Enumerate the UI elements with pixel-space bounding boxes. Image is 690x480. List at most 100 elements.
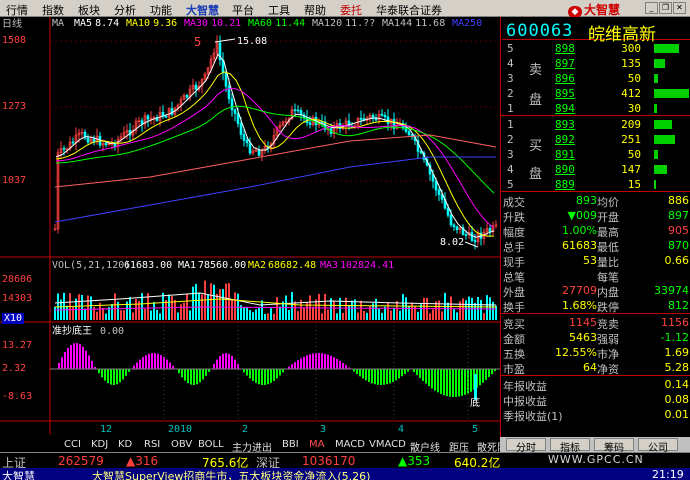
menu-item-quotes[interactable]: 行情: [6, 2, 28, 18]
kline-chart-area[interactable]: 日线 MA MA5 8.74 MA10 9.36 MA30 10.21 MA60 11.44 MA…: [0, 17, 500, 437]
indicator-bar: [148, 353, 150, 369]
volume-bar: [276, 296, 278, 320]
indicator-bar: [449, 369, 451, 397]
order-price[interactable]: 898: [555, 42, 575, 55]
indicator-bar: [219, 356, 221, 369]
indicator-bar: [437, 369, 439, 393]
tab-obv[interactable]: OBV: [171, 439, 192, 450]
indicator-bar: [225, 353, 227, 369]
ma-legend-label: MA250: [452, 18, 483, 29]
ma-legend-item: MA5 8.74: [74, 18, 119, 29]
tab-kd[interactable]: KD: [118, 439, 132, 450]
order-price[interactable]: 892: [555, 133, 575, 146]
indicator-tick-low: -8.63: [2, 391, 33, 402]
indicator-bar: [193, 369, 195, 385]
tab-macd[interactable]: MACD: [335, 439, 365, 450]
ma-legend-label: MA144: [382, 18, 413, 29]
candle-body: [488, 228, 492, 233]
tab-boll[interactable]: BOLL: [198, 439, 224, 450]
tab-ma[interactable]: MA: [309, 439, 324, 450]
quote-value: -1.12: [660, 331, 689, 344]
restore-button[interactable]: ❐: [659, 2, 672, 14]
panel-tab[interactable]: 分时: [506, 438, 546, 454]
earnings-label: 季报收益(1): [503, 410, 563, 423]
volume-bar: [327, 309, 329, 320]
indicator-bar: [333, 357, 335, 369]
tab-rsi[interactable]: RSI: [144, 439, 160, 450]
menu-item-sector[interactable]: 板块: [78, 2, 100, 18]
ma-legend-value: 11.44: [275, 18, 306, 29]
indicator-bar: [169, 362, 171, 369]
menu-item-function[interactable]: 功能: [150, 2, 172, 18]
panel-divider: [501, 375, 690, 376]
ma-legend-value: 10.21: [211, 18, 242, 29]
volume-bar: [54, 306, 56, 320]
indicator-bar: [125, 369, 127, 376]
indicator-bar: [458, 369, 460, 397]
price-tick-top: 1508: [2, 35, 27, 46]
ma-legend-item: MA250: [452, 18, 485, 29]
quote-value: 5463: [569, 331, 597, 344]
menu-item-help[interactable]: 帮助: [304, 2, 326, 18]
tab-kdj[interactable]: KDJ: [91, 439, 108, 450]
volume-bar: [84, 308, 86, 320]
indicator-bar: [327, 354, 329, 369]
order-price[interactable]: 893: [555, 118, 575, 131]
candle-body: [455, 226, 459, 230]
tab-cci[interactable]: CCI: [64, 439, 81, 450]
ma-legend-value: 9.36: [153, 18, 178, 29]
volume-bar: [336, 313, 338, 320]
panel-tab[interactable]: 筹码: [594, 438, 634, 454]
close-button[interactable]: ✕: [673, 2, 686, 14]
indicator-bar: [88, 355, 90, 369]
indicator-bar: [273, 369, 275, 381]
order-price[interactable]: 890: [555, 163, 575, 176]
volume-bar: [456, 312, 458, 320]
volume-bar: [96, 311, 98, 320]
volume-bar: [315, 299, 317, 320]
panel-tab[interactable]: 指标: [550, 438, 590, 454]
order-price[interactable]: 889: [555, 178, 575, 191]
quote-value: 27709: [562, 284, 597, 297]
indicator-bar: [485, 369, 487, 380]
candle-body: [233, 109, 237, 114]
order-price[interactable]: 896: [555, 72, 575, 85]
order-price[interactable]: 895: [555, 87, 575, 100]
menu-item-platform[interactable]: 平台: [232, 2, 254, 18]
indicator-bar: [136, 362, 138, 369]
indicator-bar: [306, 355, 308, 369]
order-price[interactable]: 897: [555, 57, 575, 70]
order-price[interactable]: 894: [555, 102, 575, 115]
volume-bar: [417, 311, 419, 320]
tab-bbi[interactable]: BBI: [282, 439, 299, 450]
time-tick-2: 2: [242, 424, 249, 435]
quote-value: 53: [583, 254, 597, 267]
order-level: 2: [507, 133, 514, 146]
minimize-button[interactable]: _: [645, 2, 658, 14]
quote-value: 1.69: [664, 346, 690, 359]
volume-legend-ma3: 102824.41: [340, 260, 395, 271]
tab-vmacd[interactable]: VMACD: [369, 439, 406, 450]
indicator-bar: [443, 369, 445, 396]
panel-tab[interactable]: 公司: [638, 438, 678, 454]
order-price[interactable]: 891: [555, 148, 575, 161]
volume-bar: [396, 301, 398, 320]
volume-bar: [357, 312, 359, 320]
volume-bar: [222, 289, 224, 320]
volume-ma2-line: [54, 298, 497, 308]
volume-legend-ma2_label: MA2: [248, 260, 267, 271]
menu-item-index[interactable]: 指数: [42, 2, 64, 18]
menu-item-dzh[interactable]: 大智慧: [186, 2, 219, 18]
menu-item-broker[interactable]: 华泰联合证券: [376, 2, 442, 18]
indicator-bar: [228, 353, 230, 369]
menu-item-analysis[interactable]: 分析: [114, 2, 136, 18]
indicator-bar: [279, 369, 281, 376]
candle-body: [452, 224, 456, 228]
menu-item-tools[interactable]: 工具: [268, 2, 290, 18]
news-ticker[interactable]: 大智慧 大智慧SuperView招商牛市，五大板块资金净流入(5.26) 21:…: [0, 468, 690, 480]
price-tick-low: 1037: [2, 175, 27, 186]
quote-value: 886: [668, 194, 689, 207]
menu-item-trade[interactable]: 委托: [340, 2, 362, 18]
indicator-tick-top: 13.27: [2, 340, 33, 351]
site-watermark: WWW.GPCC.CN: [548, 453, 644, 466]
